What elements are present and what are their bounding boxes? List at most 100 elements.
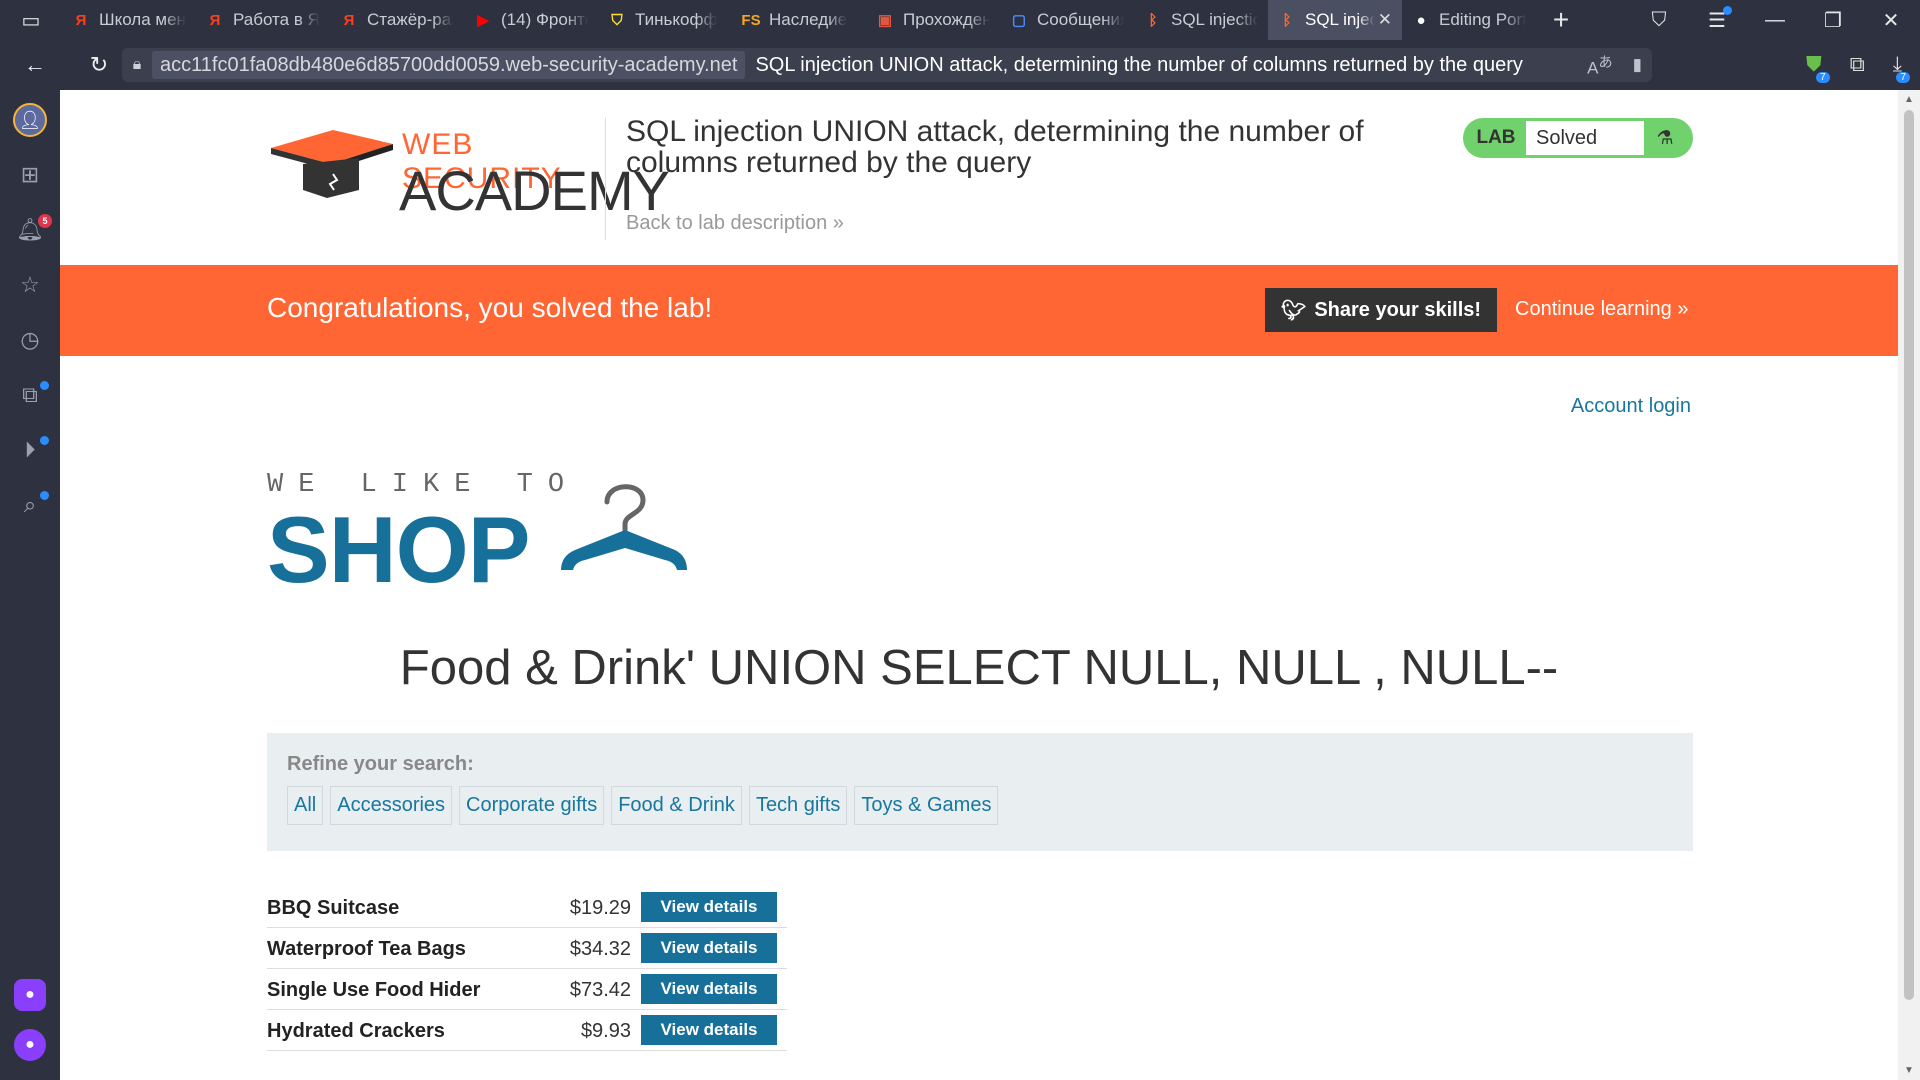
tab-label: (14) Фронтенд	[501, 10, 588, 29]
browser-tab[interactable]: ᛒ SQL injection✕	[1268, 0, 1402, 40]
view-details-button[interactable]: View details	[641, 1015, 777, 1045]
product-name: Single Use Food Hider	[267, 979, 481, 1001]
github-icon: ●	[1416, 11, 1426, 29]
share-skills-label: Share your skills!	[1314, 298, 1482, 321]
browser-tab[interactable]: ᛒ SQL injection	[1134, 0, 1268, 40]
translate-icon[interactable]: Aあ	[1587, 52, 1613, 79]
we-like-to-shop-logo[interactable]: WE LIKE TO SHOP	[267, 470, 727, 602]
account-login-link[interactable]: Account login	[1571, 395, 1691, 418]
product-name: Waterproof Tea Bags	[267, 938, 466, 960]
extension-icon[interactable]: ⛊ 7	[1806, 53, 1830, 83]
history-clock-icon[interactable]: ◷	[0, 320, 60, 360]
profile-avatar[interactable]: 👤︎	[0, 100, 60, 140]
browser-tab[interactable]: ⛉ Тинькофф	[598, 0, 732, 40]
share-skills-button[interactable]: 🐦︎ Share your skills!	[1265, 288, 1497, 332]
url-page-title: SQL injection UNION attack, determining …	[755, 53, 1523, 76]
portswigger-icon: ᛒ	[1148, 11, 1158, 29]
close-tab-icon[interactable]: ✕	[1378, 10, 1392, 30]
web-page: WEB SECURITY ACADEMY SQL injection UNION…	[60, 90, 1898, 1080]
browser-tab[interactable]: FS Наследие	[732, 0, 866, 40]
sidebar-toggle-icon[interactable]: ▭	[0, 0, 62, 40]
close-window-button[interactable]: ✕	[1862, 0, 1920, 40]
tab-label: Editing Portfolio	[1439, 10, 1526, 29]
browser-tab[interactable]: ▶ (14) Фронтенд	[464, 0, 598, 40]
yandex-icon: Я	[75, 11, 87, 29]
new-tab-button[interactable]: +	[1536, 0, 1586, 40]
category-heading: Food & Drink' UNION SELECT NULL, NULL , …	[399, 641, 1559, 695]
tab-label: Сообщения	[1037, 10, 1124, 29]
back-icon[interactable]: ←	[14, 40, 56, 90]
hub-icon: ▣	[877, 12, 893, 29]
table-row: Single Use Food Hider $73.42 View details	[267, 969, 787, 1010]
browser-sidebar: 👤︎ ⊞ 🔔︎ 5 ☆ ◷ ⧉ ⏵ ⌕ ● ●	[0, 90, 60, 1080]
collections-icon[interactable]: ⛉	[1630, 0, 1688, 40]
browser-tab[interactable]: ● Editing Portfolio	[1402, 0, 1536, 40]
download-badge: 7	[1896, 72, 1910, 83]
filter-category-link[interactable]: Food & Drink	[611, 786, 742, 825]
favorites-star-icon[interactable]: ☆	[0, 265, 60, 305]
lab-title: SQL injection UNION attack, determining …	[626, 115, 1364, 179]
congratulations-message: Congratulations, you solved the lab!	[267, 292, 713, 323]
download-icon[interactable]: ⤓ 7	[1893, 53, 1910, 83]
restore-button[interactable]: ❐	[1804, 0, 1862, 40]
bookmark-icon[interactable]: ▮	[1633, 55, 1642, 75]
filter-category-link[interactable]: Corporate gifts	[459, 786, 605, 825]
filter-panel: Refine your search: All Accessories Corpor…	[267, 733, 1693, 851]
collections-sidebar-icon[interactable]: ⧉	[0, 375, 60, 415]
alice-assistant-icon[interactable]: ●	[0, 1025, 60, 1065]
filter-list: All Accessories Corporate gifts Food & Drin…	[287, 786, 1673, 825]
product-name: Hydrated Crackers	[267, 1020, 445, 1042]
portswigger-icon: ᛒ	[1282, 11, 1292, 29]
flask-icon: ⚗	[1656, 127, 1674, 149]
view-details-button[interactable]: View details	[641, 974, 777, 1004]
filter-category-link[interactable]: All	[287, 786, 324, 825]
address-bar-row: ← ↻ 🔒︎ acc11fc01fa08db480e6d85700dd0059.…	[0, 40, 1920, 90]
scroll-up-arrow-icon[interactable]: ▲	[1904, 94, 1914, 105]
continue-learning-label: Continue learning	[1515, 298, 1672, 320]
back-to-lab-description-link[interactable]: Back to lab description »	[626, 212, 844, 235]
browser-tab-bar: ▭ Я Школа менеджеров Я Работа в Яндексе Я Ста…	[0, 0, 1920, 40]
browser-tab[interactable]: ▣ Прохождение	[866, 0, 1000, 40]
tab-strip: Я Школа менеджеров Я Работа в Яндексе Я Стажё…	[62, 0, 1536, 40]
page-scrollbar[interactable]: ▲ ▼	[1898, 90, 1920, 1080]
filter-category-link[interactable]: Tech gifts	[748, 786, 848, 825]
product-price: $34.32	[569, 938, 631, 960]
browser-tab[interactable]: ▢ Сообщения	[1000, 0, 1134, 40]
view-details-button[interactable]: View details	[641, 933, 777, 963]
filter-category-link[interactable]: Accessories	[330, 786, 453, 825]
browser-tab[interactable]: Я Работа в Яндексе	[196, 0, 330, 40]
notifications-bell-icon[interactable]: 🔔︎ 5	[0, 210, 60, 250]
browser-tab[interactable]: Я Стажёр-разработчик	[330, 0, 464, 40]
double-chevron-right-icon: »	[832, 212, 844, 234]
lab-status-badge: LAB Solved ⚗	[1463, 118, 1693, 158]
mortarboard-icon	[271, 130, 393, 198]
search-page-icon[interactable]: ⌕	[0, 485, 60, 525]
chat-icon: ▢	[1011, 12, 1027, 29]
scrollbar-thumb[interactable]	[1904, 110, 1914, 1000]
tab-label: SQL injection	[1305, 10, 1375, 29]
extension-icons: ⛊ 7 ⧉ ⤓ 7	[1806, 40, 1910, 90]
menu-icon[interactable]: ☰	[1688, 0, 1746, 40]
window-controls: ⛉ ☰ — ❐ ✕	[1630, 0, 1920, 40]
filter-category-link[interactable]: Toys & Games	[854, 786, 999, 825]
tab-label: Прохождение	[903, 10, 990, 29]
view-details-button[interactable]: View details	[641, 892, 777, 922]
web-security-academy-logo[interactable]: WEB SECURITY ACADEMY	[267, 120, 670, 222]
reload-icon[interactable]: ↻	[78, 40, 120, 90]
continue-learning-link[interactable]: Continue learning »	[1515, 298, 1688, 321]
reader-icon[interactable]: ⧉	[1850, 53, 1865, 77]
messenger-app-icon[interactable]: ●	[0, 975, 60, 1015]
tab-label: Стажёр-разработчик	[367, 10, 454, 29]
apps-grid-icon[interactable]: ⊞	[0, 155, 60, 195]
media-play-icon[interactable]: ⏵	[0, 430, 60, 470]
address-bar[interactable]: 🔒︎ acc11fc01fa08db480e6d85700dd0059.web-…	[122, 48, 1652, 82]
yandex-icon: Я	[209, 11, 221, 29]
scroll-down-arrow-icon[interactable]: ▼	[1904, 1065, 1914, 1076]
yandex-icon: Я	[343, 11, 355, 29]
tab-label: Наследие	[769, 10, 848, 29]
notification-badge: 5	[38, 214, 52, 228]
minimize-button[interactable]: —	[1746, 0, 1804, 40]
browser-tab[interactable]: Я Школа менеджеров	[62, 0, 196, 40]
tab-label: Работа в Яндексе	[233, 10, 320, 29]
url-domain[interactable]: acc11fc01fa08db480e6d85700dd0059.web-sec…	[152, 51, 746, 79]
